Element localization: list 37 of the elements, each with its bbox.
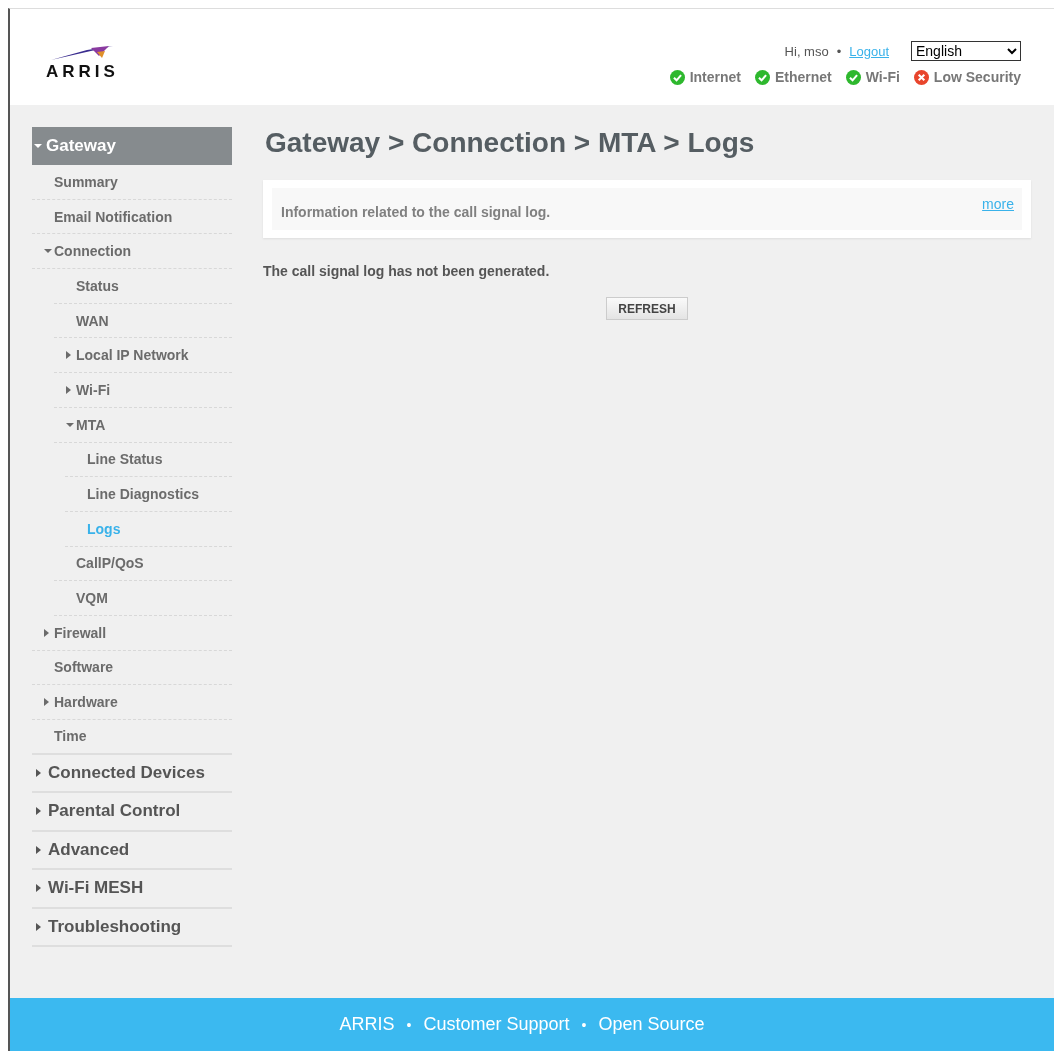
- nav-item[interactable]: Connection: [32, 234, 232, 270]
- nav-item[interactable]: Email Notification: [32, 199, 232, 235]
- info-text: Information related to the call signal log.: [281, 203, 551, 220]
- nav-section[interactable]: Connected Devices: [32, 754, 232, 794]
- separator: •: [580, 1016, 588, 1033]
- nav-item[interactable]: VQM: [54, 581, 232, 616]
- nav-section[interactable]: Gateway: [32, 127, 232, 165]
- status-label: Wi-Fi: [865, 69, 900, 85]
- nav-item[interactable]: Summary: [32, 165, 232, 200]
- nav-item[interactable]: Line Status: [65, 442, 232, 478]
- nav-item[interactable]: MTA: [54, 407, 232, 443]
- nav-item[interactable]: Software: [32, 650, 232, 686]
- logout-link[interactable]: Logout: [849, 43, 889, 59]
- nav-section[interactable]: Wi-Fi MESH: [32, 870, 232, 909]
- status-label: Internet: [689, 69, 741, 85]
- nav-item[interactable]: Line Diagnostics: [65, 477, 232, 512]
- status-label: Low Security: [933, 69, 1021, 85]
- nav-item[interactable]: Wi-Fi: [54, 373, 232, 408]
- nav-item[interactable]: Time: [32, 720, 232, 755]
- separator: •: [405, 1016, 413, 1033]
- language-select[interactable]: English: [911, 41, 1021, 61]
- nav-item[interactable]: Firewall: [32, 615, 232, 651]
- status-label: Ethernet: [774, 69, 832, 85]
- nav-section[interactable]: Troubleshooting: [32, 908, 232, 948]
- nav-item[interactable]: CallP/QoS: [54, 546, 232, 582]
- logo-text: ARRIS: [46, 62, 119, 82]
- nav-item[interactable]: Local IP Network: [54, 338, 232, 374]
- greeting: Hi, mso: [784, 43, 829, 59]
- nav-item[interactable]: WAN: [54, 303, 232, 339]
- separator: •: [836, 43, 842, 59]
- nav-section[interactable]: Parental Control: [32, 793, 232, 832]
- page-title: Gateway > Connection > MTA > Logs: [265, 127, 756, 159]
- refresh-button[interactable]: REFRESH: [606, 297, 688, 320]
- nav-section[interactable]: Advanced: [32, 831, 232, 871]
- nav-item[interactable]: Status: [54, 269, 232, 304]
- status-message: The call signal log has not been generated.: [263, 263, 551, 279]
- nav-item[interactable]: Hardware: [32, 685, 232, 720]
